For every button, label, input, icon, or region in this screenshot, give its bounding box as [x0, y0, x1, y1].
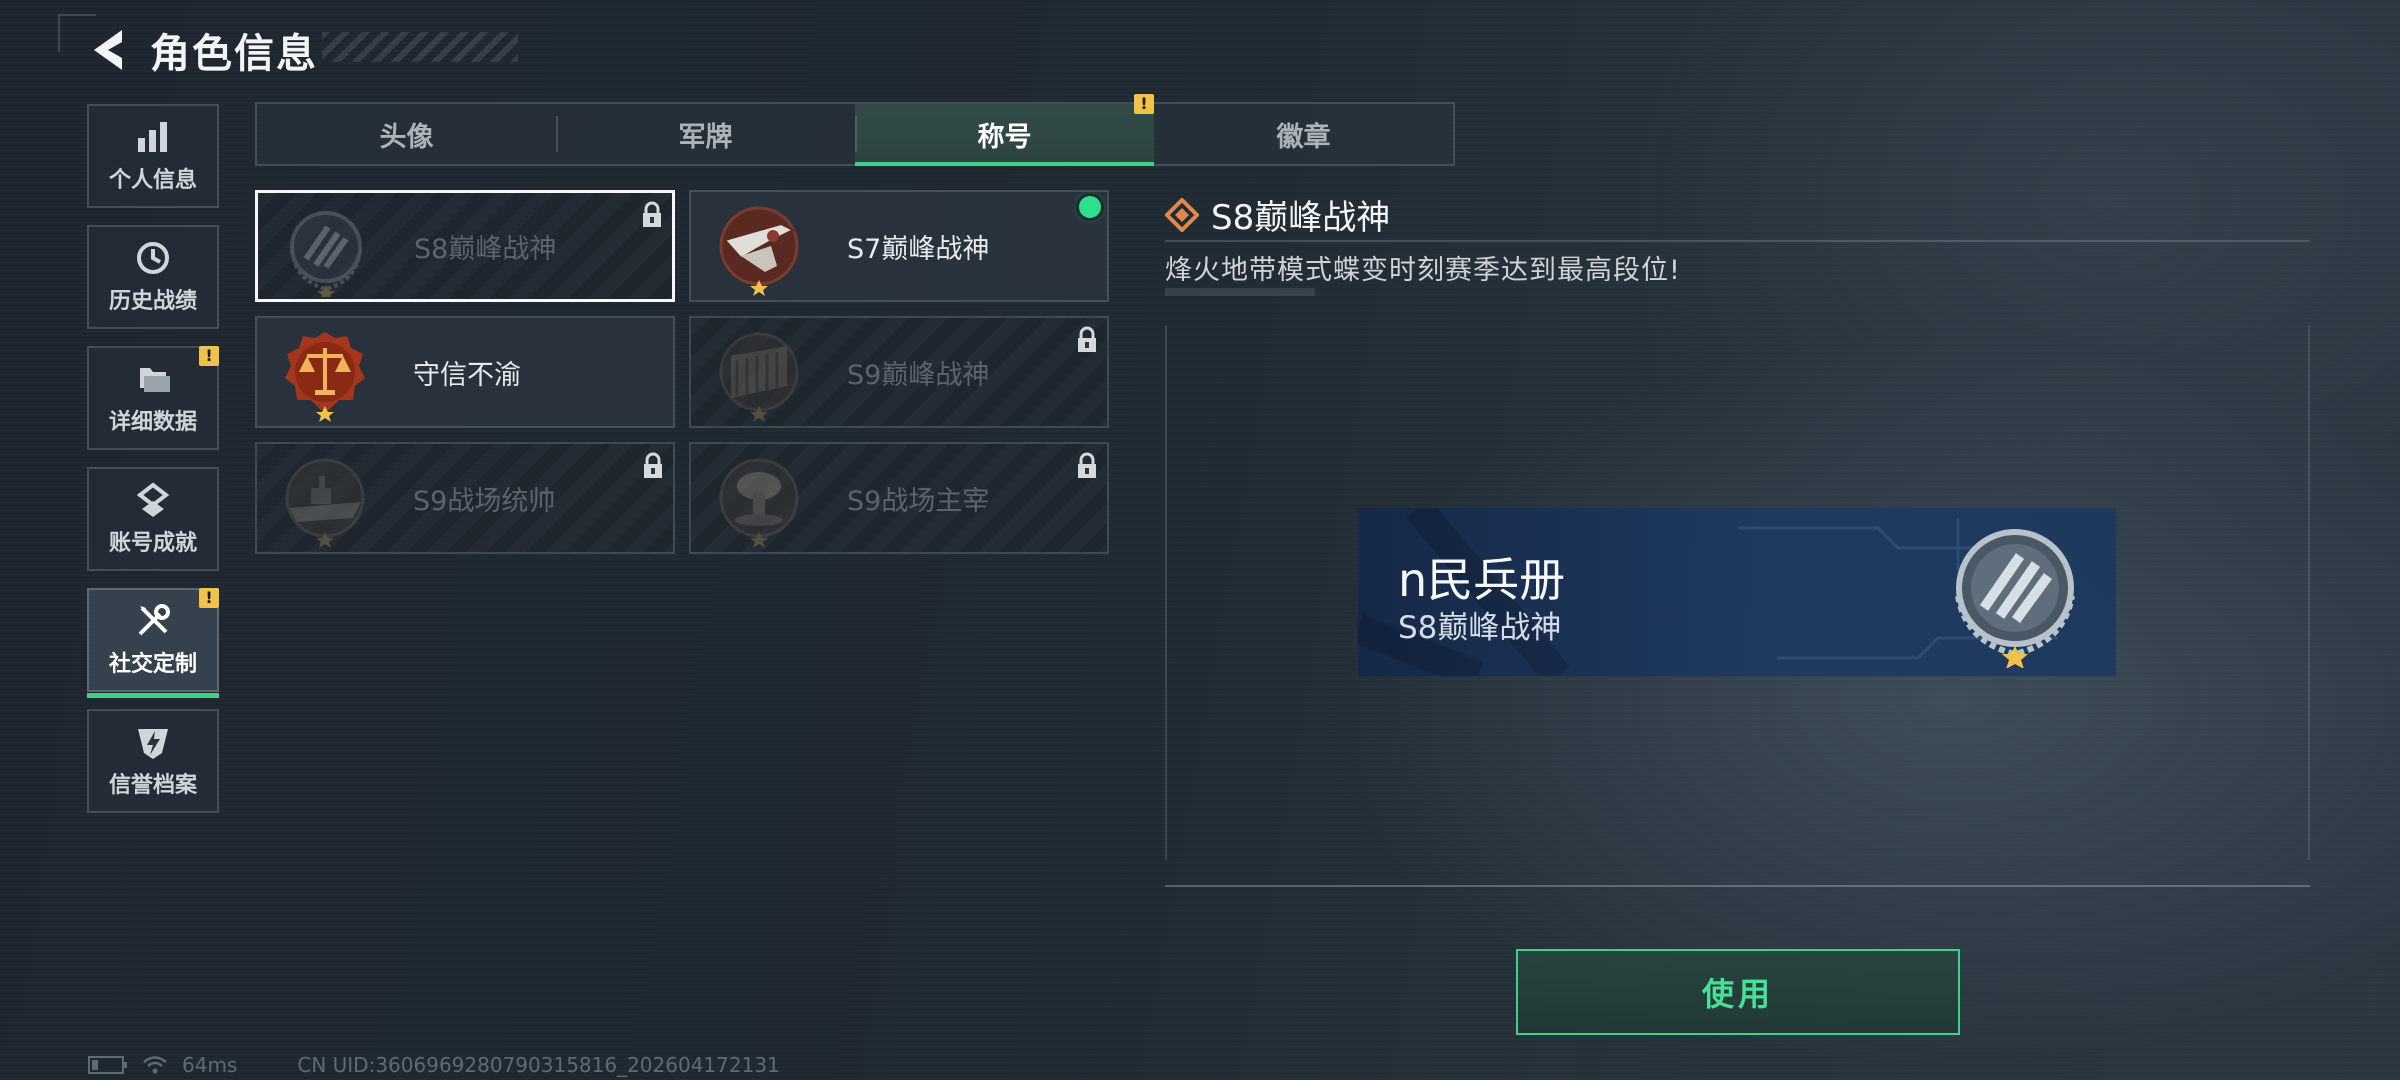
detail-header: S8巅峰战神 [1165, 190, 1390, 239]
title-card[interactable]: S9战场统帅 [255, 442, 675, 554]
mushroom-cloud-emblem [719, 458, 799, 548]
title-name: S8巅峰战神 [414, 233, 557, 265]
detail-title: S8巅峰战神 [1211, 198, 1391, 238]
equipped-indicator [1079, 196, 1101, 218]
crossed-rifle-emblem [719, 206, 799, 296]
wifi-icon [143, 1056, 167, 1074]
achievement-icon [136, 482, 170, 517]
title-name: S9巅峰战神 [847, 359, 990, 391]
alert-badge: ! [199, 588, 219, 608]
diamond-rank-icon [1165, 197, 1199, 232]
latency-readout: 64ms [182, 1053, 238, 1077]
divider [1165, 240, 2310, 242]
sidebar-item-reputation[interactable]: 信誉档案 [87, 709, 219, 813]
alert-badge: ! [1134, 94, 1154, 114]
sidebar-item-social-custom[interactable]: 社交定制 ! [87, 588, 219, 698]
title-name: S7巅峰战神 [847, 233, 990, 265]
warship-emblem [285, 458, 365, 548]
tab-badge[interactable]: 徽章 [1154, 104, 1453, 164]
title-decoration [322, 32, 518, 62]
sidebar-item-label: 详细数据 [108, 410, 197, 435]
laurel-stripes-emblem [1955, 529, 2075, 668]
sidebar-item-detailed-data[interactable]: 详细数据 ! [87, 346, 219, 450]
detail-subline [1165, 288, 1315, 296]
title-name: 守信不渝 [413, 359, 521, 391]
title-card[interactable]: S9巅峰战神 [689, 316, 1109, 428]
uid-readout: CN UID:3606969280790315816_202604172131 [297, 1053, 780, 1077]
sidebar: 个人信息 历史战绩 详细数据 ! 账号成就 社交定制 ! 信誉档案 [87, 104, 223, 830]
player-name: n民兵册 [1398, 553, 1566, 607]
tab-dogtag[interactable]: 军牌 [556, 104, 855, 164]
battery-icon [88, 1056, 127, 1074]
nameplate-preview: n民兵册 S8巅峰战神 [1358, 508, 2116, 676]
title-card[interactable]: S8巅峰战神 [255, 190, 675, 302]
tab-label: 称号 [977, 121, 1032, 153]
sidebar-item-achievements[interactable]: 账号成就 [87, 467, 219, 571]
sidebar-item-label: 社交定制 [108, 652, 197, 677]
shield-lightning-icon [138, 729, 168, 759]
lock-icon [1078, 452, 1096, 478]
lock-icon [1078, 326, 1096, 352]
laurel-stripes-emblem [290, 211, 362, 297]
detail-description: 烽火地带模式蝶变时刻赛季达到最高段位! [1165, 255, 1681, 286]
lock-icon [644, 452, 662, 478]
tab-avatar[interactable]: 头像 [257, 104, 556, 164]
lock-icon [643, 201, 661, 227]
bar-chart-icon [138, 122, 167, 152]
sidebar-item-label: 账号成就 [108, 531, 197, 556]
tab-title[interactable]: 称号 ! [855, 94, 1154, 166]
sidebar-item-personal-info[interactable]: 个人信息 [87, 104, 219, 208]
dam-emblem [719, 332, 799, 422]
folder-icon [140, 368, 170, 392]
title-name: S9战场统帅 [413, 485, 556, 517]
sidebar-item-label: 个人信息 [108, 168, 197, 193]
page-title: 角色信息 [150, 31, 318, 77]
alert-badge: ! [199, 346, 219, 366]
tab-bar: 头像 军牌 称号 ! 徽章 [255, 94, 1455, 166]
title-card[interactable]: S9战场主宰 [689, 442, 1109, 554]
sidebar-item-label: 历史战绩 [108, 289, 197, 314]
header: 角色信息 [88, 20, 318, 80]
sidebar-item-history[interactable]: 历史战绩 [87, 225, 219, 329]
back-arrow-icon[interactable] [88, 26, 128, 74]
tools-icon [138, 604, 170, 636]
sidebar-item-label: 信誉档案 [108, 773, 197, 798]
title-card[interactable]: 守信不渝 [255, 316, 675, 428]
status-bar: 64ms CN UID:3606969280790315816_20260417… [88, 1053, 780, 1077]
scales-emblem [285, 332, 365, 422]
history-clock-icon [137, 242, 169, 274]
divider [1165, 885, 2310, 887]
title-name: S9战场主宰 [847, 485, 990, 517]
title-card[interactable]: S7巅峰战神 [689, 190, 1109, 302]
use-button[interactable]: 使用 [1516, 949, 1960, 1035]
player-title: S8巅峰战神 [1398, 610, 1562, 646]
